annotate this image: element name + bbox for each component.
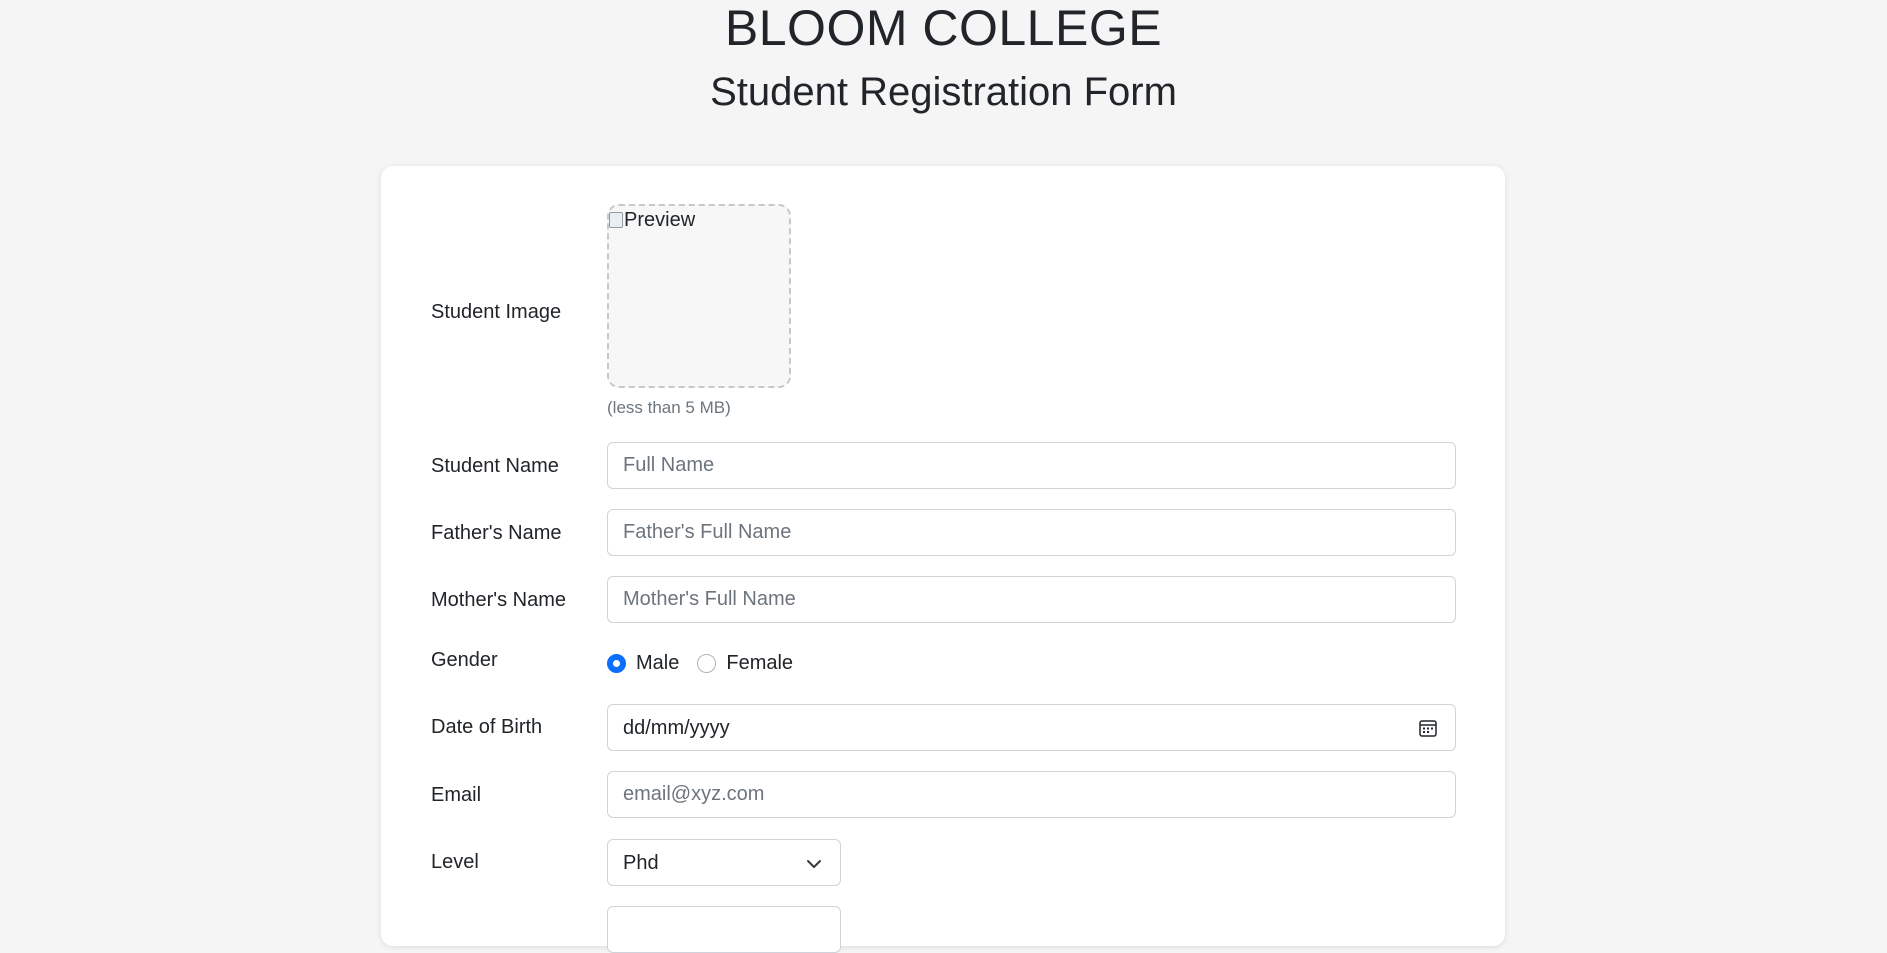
level-selected-value: Phd: [623, 852, 659, 874]
gender-male-radio[interactable]: [607, 653, 626, 673]
father-name-label: Father's Name: [431, 522, 562, 544]
father-name-input[interactable]: [607, 509, 1456, 556]
mother-name-label: Mother's Name: [431, 589, 566, 611]
broken-image-icon: [609, 212, 623, 228]
student-image-label: Student Image: [431, 301, 562, 323]
dob-label: Date of Birth: [431, 716, 543, 738]
email-input[interactable]: [607, 771, 1456, 818]
student-name-input[interactable]: [607, 442, 1456, 489]
gender-female-label[interactable]: Female: [726, 652, 793, 675]
chevron-down-icon: [807, 860, 821, 868]
page-title: Student Registration Form: [710, 70, 1177, 114]
gender-male-label[interactable]: Male: [636, 652, 679, 675]
image-preview-alt: Preview: [624, 209, 696, 231]
image-preview: Preview: [609, 208, 695, 232]
dob-input[interactable]: dd/mm/yyyy: [607, 704, 1456, 751]
mother-name-input[interactable]: [607, 576, 1456, 623]
college-title: BLOOM COLLEGE: [724, 0, 1163, 56]
image-size-hint: (less than 5 MB): [607, 398, 731, 417]
gender-female-radio[interactable]: [697, 653, 717, 673]
calendar-icon[interactable]: [1418, 718, 1438, 738]
email-label: Email: [431, 784, 482, 806]
dob-value: dd/mm/yyyy: [623, 717, 730, 739]
level-label: Level: [431, 851, 479, 873]
next-select[interactable]: [607, 906, 841, 953]
level-select[interactable]: Phd: [607, 839, 841, 886]
gender-radio-group: Male Female: [607, 648, 811, 678]
image-preview-dropzone[interactable]: Preview: [607, 204, 791, 388]
gender-label: Gender: [431, 649, 498, 671]
student-name-label: Student Name: [431, 455, 559, 477]
registration-form-card: Student Image Preview (less than 5 MB) S…: [381, 166, 1505, 953]
